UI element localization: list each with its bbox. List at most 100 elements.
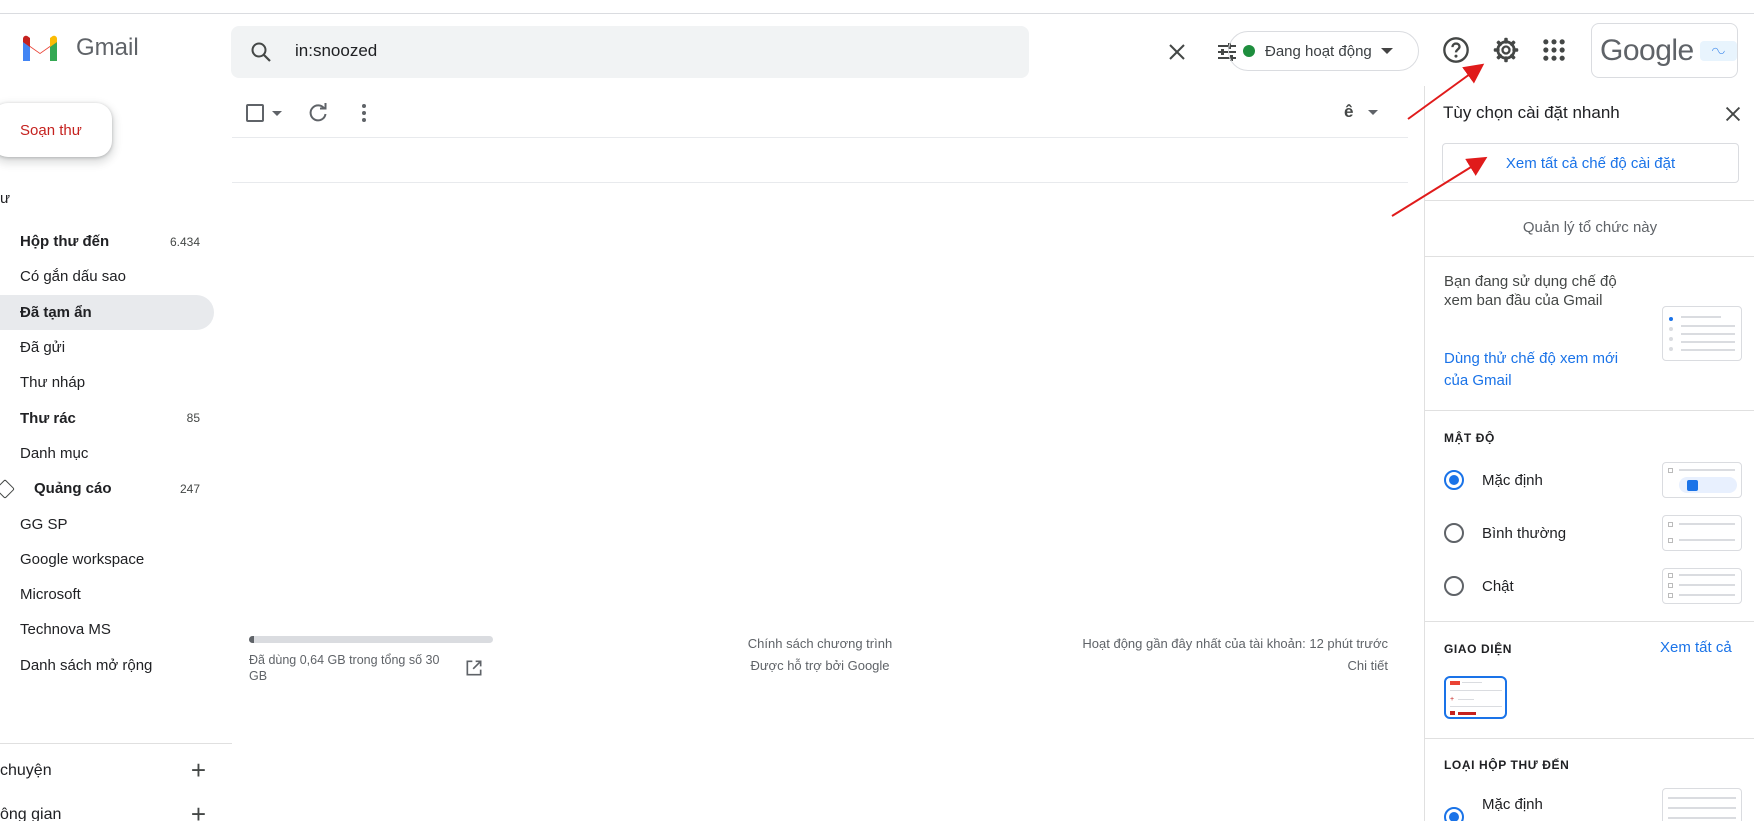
gmail-wordmark: Gmail <box>76 34 139 61</box>
footer-right: Hoạt động gần đây nhất của tài khoản: 12… <box>1000 633 1388 677</box>
nav-item-count: 247 <box>179 481 200 496</box>
powered-by-text: Được hỗ trợ bởi Google <box>750 658 890 673</box>
radio-selected[interactable] <box>1444 807 1464 821</box>
theme-heading: GIAO DIỆN <box>1444 642 1513 656</box>
close-icon[interactable] <box>1722 103 1744 125</box>
density-comfortable-preview <box>1662 515 1742 551</box>
refresh-icon[interactable] <box>306 101 330 125</box>
nav-item[interactable]: GG SP <box>0 506 214 541</box>
nav-item-label: Technova MS <box>20 621 111 639</box>
chat-section-label: chuyện <box>0 761 52 779</box>
density-compact-preview <box>1662 568 1742 604</box>
account-button[interactable]: Google ◠◡ <box>1591 23 1738 78</box>
storage-meter <box>249 636 493 643</box>
gmail-m-icon <box>23 35 57 61</box>
inbox-default-preview <box>1662 788 1742 821</box>
select-all-checkbox[interactable] <box>246 104 264 122</box>
nav-item[interactable]: Thư rác 85 <box>0 400 214 435</box>
storage-meter-fill <box>249 636 254 643</box>
list-divider <box>232 182 1408 183</box>
nav-item-label: Thư nháp <box>20 374 86 392</box>
clear-search-icon[interactable] <box>1165 40 1189 64</box>
compose-button[interactable]: Soạn thư <box>0 103 112 157</box>
nav-item-label: Google workspace <box>20 550 145 568</box>
google-wordmark: Google <box>1600 33 1694 67</box>
nav-item[interactable]: Hộp thư đến 6.434 <box>0 224 214 259</box>
label-tag-icon <box>0 479 15 499</box>
see-all-settings-button[interactable]: Xem tất cả chế độ cài đặt <box>1442 143 1739 183</box>
nav-item[interactable]: Technova MS <box>0 612 214 647</box>
nav-item-label: Danh mục <box>20 444 89 462</box>
nav-item-label: Đã gửi <box>20 339 66 357</box>
open-in-new-icon[interactable] <box>464 658 484 678</box>
nav-item[interactable]: Đã tạm ẩn <box>0 294 214 330</box>
qs-divider <box>1425 738 1754 739</box>
help-icon[interactable] <box>1442 36 1470 64</box>
density-label: Bình thường <box>1482 524 1567 542</box>
search-input[interactable]: in:snoozed <box>295 41 377 61</box>
activity-details-link[interactable]: Chi tiết <box>1000 655 1388 677</box>
nav-item-count: 6.434 <box>169 234 200 249</box>
try-new-view-link[interactable]: Dùng thử chế độ xem mới của Gmail <box>1444 348 1622 392</box>
input-tools-caret-icon[interactable] <box>1368 110 1378 115</box>
search-icon[interactable] <box>249 40 273 64</box>
input-tools-button[interactable]: ê <box>1344 102 1353 122</box>
qs-divider <box>1425 621 1754 622</box>
density-label: Mặc định <box>1482 471 1543 489</box>
browser-bookmark-strip <box>0 0 1754 14</box>
nav-item-label: Quảng cáo <box>34 480 112 498</box>
footer-center: Chính sách chương trình Được hỗ trợ bởi … <box>700 633 940 677</box>
storage-usage-text: Đã dùng 0,64 GB trong tổng số 30 GB <box>249 653 440 683</box>
chat-section[interactable]: chuyện + <box>0 755 214 786</box>
new-view-preview <box>1662 306 1742 361</box>
add-space-icon[interactable]: + <box>191 799 206 821</box>
spaces-section[interactable]: ông gian + <box>0 799 214 821</box>
nav-divider <box>0 743 232 744</box>
nav-section-label: ư <box>0 190 11 207</box>
status-dropdown[interactable]: Đang hoạt động <box>1228 31 1419 71</box>
nav-item-label: Danh sách mở rộng <box>20 656 153 674</box>
quick-settings-panel: Tùy chọn cài đặt nhanh Xem tất cả chế độ… <box>1424 86 1754 821</box>
status-dot <box>1243 45 1255 57</box>
qs-divider <box>1425 200 1754 201</box>
compose-label: Soạn thư <box>20 121 82 139</box>
apps-grid-icon[interactable] <box>1540 36 1568 64</box>
last-activity-text: Hoạt động gần đây nhất của tài khoản: 12… <box>1082 636 1388 651</box>
select-menu-caret-icon[interactable] <box>272 111 282 116</box>
radio-unselected[interactable] <box>1444 523 1464 543</box>
nav-item-label: Thư rác <box>20 409 76 427</box>
nav-item[interactable]: Quảng cáo 247 <box>0 471 214 506</box>
spaces-section-label: ông gian <box>0 805 62 821</box>
nav-item-count: 85 <box>186 411 200 426</box>
chevron-down-icon <box>1380 48 1393 54</box>
nav-item[interactable]: Thư nháp <box>0 365 214 400</box>
gmail-logo[interactable]: Gmail <box>20 33 139 63</box>
nav-item[interactable]: Danh sách mở rộng <box>0 648 214 683</box>
search-bar[interactable]: in:snoozed <box>231 26 1236 78</box>
nav-item[interactable]: Microsoft <box>0 577 214 612</box>
organization-logo: ◠◡ <box>1699 40 1737 61</box>
nav-item[interactable]: Có gắn dấu sao <box>0 259 214 294</box>
density-default-preview <box>1662 462 1742 498</box>
add-chat-icon[interactable]: + <box>191 755 206 786</box>
nav-item-label: Có gắn dấu sao <box>20 268 126 286</box>
settings-icon[interactable] <box>1492 36 1520 64</box>
nav-item-label: Hộp thư đến <box>20 233 110 251</box>
view-mode-text: Bạn đang sử dụng chế độ xem ban đầu của … <box>1444 273 1617 309</box>
radio-selected[interactable] <box>1444 470 1464 490</box>
density-heading: MẬT ĐỘ <box>1444 431 1495 445</box>
nav-item[interactable]: Danh mục <box>0 436 214 471</box>
radio-unselected[interactable] <box>1444 576 1464 596</box>
mail-toolbar: ê <box>232 90 1408 138</box>
nav-item[interactable]: Đã gửi <box>0 330 214 365</box>
theme-see-all-link[interactable]: Xem tất cả <box>1660 639 1732 656</box>
manage-organization-link[interactable]: Quản lý tổ chức này <box>1425 219 1754 236</box>
nav-item[interactable]: Google workspace <box>0 542 214 577</box>
quick-settings-title: Tùy chọn cài đặt nhanh <box>1443 103 1620 122</box>
more-options-icon[interactable] <box>352 101 376 125</box>
theme-preview[interactable]: + <box>1444 676 1507 719</box>
qs-divider <box>1425 256 1754 257</box>
qs-divider <box>1425 410 1754 411</box>
status-label: Đang hoạt động <box>1265 42 1372 60</box>
program-policy-link[interactable]: Chính sách chương trình <box>700 633 940 655</box>
